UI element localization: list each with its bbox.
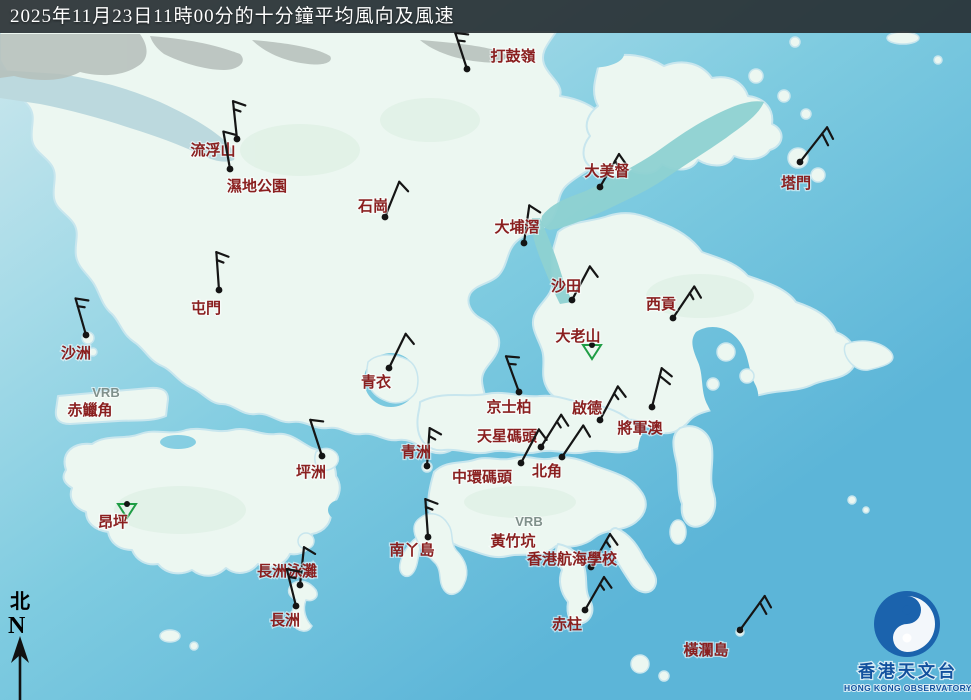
station-dot <box>737 627 744 634</box>
station-dot <box>319 453 326 460</box>
wind-barb-tick <box>506 356 519 357</box>
station-dot <box>670 315 677 322</box>
island-soko-2 <box>190 642 198 650</box>
station-dot <box>649 404 656 411</box>
station-label: 大埔滘 <box>494 218 539 236</box>
station-dot <box>597 184 604 191</box>
island-port-shelter-3 <box>707 378 719 390</box>
station-label: 沙田 <box>551 278 581 295</box>
island-tap-mun-2 <box>811 168 825 182</box>
station-dot <box>516 389 523 396</box>
island-ninepin-2 <box>863 507 869 513</box>
station-label: 中環碼頭 <box>452 468 513 486</box>
vrb-indicator: VRB <box>92 385 119 400</box>
station-label: 屯門 <box>191 299 221 317</box>
island-soko-1 <box>160 630 180 642</box>
station-dot <box>293 603 300 610</box>
station-label: 將軍澳 <box>617 419 663 437</box>
station-label: 青衣 <box>361 373 391 391</box>
hko-emblem-dot-bottom <box>903 634 912 643</box>
island-mirs-bay-3 <box>934 56 942 64</box>
station-dot <box>582 607 589 614</box>
station-label: 北角 <box>532 462 562 480</box>
station-dot <box>124 501 130 507</box>
island-po-toi-2 <box>659 671 669 681</box>
station-label: 青洲 <box>401 443 431 461</box>
island-double-haven-3 <box>801 109 811 119</box>
hko-logo-en: HONG KONG OBSERVATORY <box>844 683 971 693</box>
wind-barb-halftick <box>78 306 85 307</box>
island-hei-ling-chau <box>298 533 314 549</box>
station-label: 打鼓嶺 <box>490 47 535 65</box>
island-mirs-bay-2 <box>887 32 919 44</box>
station-dot <box>425 534 432 541</box>
station-dot <box>297 582 304 589</box>
station-dot <box>538 444 545 451</box>
island-double-haven-1 <box>749 69 763 83</box>
station-label: 坪洲 <box>296 464 326 481</box>
station-label: 昂坪 <box>98 514 128 531</box>
vrb-indicator: VRB <box>515 514 542 529</box>
station-dot <box>234 136 241 143</box>
title-bar: 2025年11月23日11時00分的十分鐘平均風向及風速 <box>0 0 971 33</box>
station-label: 黃竹坑 <box>490 532 535 550</box>
island-tung-lung <box>670 520 686 544</box>
island-tap-mun-1 <box>788 148 808 168</box>
station-dot <box>424 463 431 470</box>
station-dot <box>386 365 393 372</box>
station-dot <box>83 332 90 339</box>
compass-north-en: N <box>8 613 26 639</box>
hko-emblem-dot-top <box>903 606 912 615</box>
station-label: 啟德 <box>572 399 602 417</box>
water-silvermine-bay <box>328 500 352 520</box>
map-title: 2025年11月23日11時00分的十分鐘平均風向及風速 <box>10 6 455 27</box>
island-double-haven-2 <box>778 90 790 102</box>
station-label: 赤柱 <box>552 615 582 633</box>
station-dot <box>521 240 528 247</box>
station-dot <box>797 159 804 166</box>
hko-logo-zh: 香港天文台 <box>858 661 958 681</box>
station-label: 南丫島 <box>389 541 434 559</box>
water-tung-chung-bay <box>160 435 196 449</box>
station-label: 大美督 <box>584 162 629 180</box>
wind-barb-halftick <box>458 40 465 41</box>
station-dot <box>597 417 604 424</box>
wind-barb-halftick <box>289 577 296 578</box>
station-label: 橫瀾島 <box>683 641 728 659</box>
station-label: 石崗 <box>357 197 388 215</box>
station-label: 長洲 <box>270 612 300 629</box>
station-label: 天星碼頭 <box>477 428 538 445</box>
map-canvas: 打鼓嶺流浮山濕地公園石崗大美督塔門大埔滘沙田屯門西貢沙洲大老山青衣VRB赤鱲角京… <box>0 0 971 700</box>
station-dot <box>227 166 234 173</box>
station-dot <box>464 66 471 73</box>
water-starling-inlet <box>556 40 624 68</box>
station-label: 香港航海學校 <box>527 550 618 568</box>
station-label: 京士柏 <box>486 398 531 416</box>
island-po-toi-1 <box>631 655 649 673</box>
station-label: 沙洲 <box>61 345 91 362</box>
wind-map-screen: 打鼓嶺流浮山濕地公園石崗大美督塔門大埔滘沙田屯門西貢沙洲大老山青衣VRB赤鱲角京… <box>0 0 971 700</box>
station-dot <box>216 287 223 294</box>
station-dot <box>559 454 566 461</box>
station-label: 大老山 <box>555 327 600 345</box>
island-port-shelter-2 <box>740 369 754 383</box>
compass-north-zh: 北 <box>10 590 30 613</box>
station-label: 塔門 <box>781 174 811 192</box>
station-label: 赤鱲角 <box>67 401 112 419</box>
island-port-shelter-1 <box>717 343 735 361</box>
station-dot <box>518 460 525 467</box>
island-ninepin-1 <box>848 496 856 504</box>
wind-barb-halftick <box>509 364 516 365</box>
station-dot <box>569 297 576 304</box>
station-label: 濕地公園 <box>227 177 287 195</box>
island-mirs-bay-1 <box>790 37 800 47</box>
station-label: 西貢 <box>646 296 676 313</box>
